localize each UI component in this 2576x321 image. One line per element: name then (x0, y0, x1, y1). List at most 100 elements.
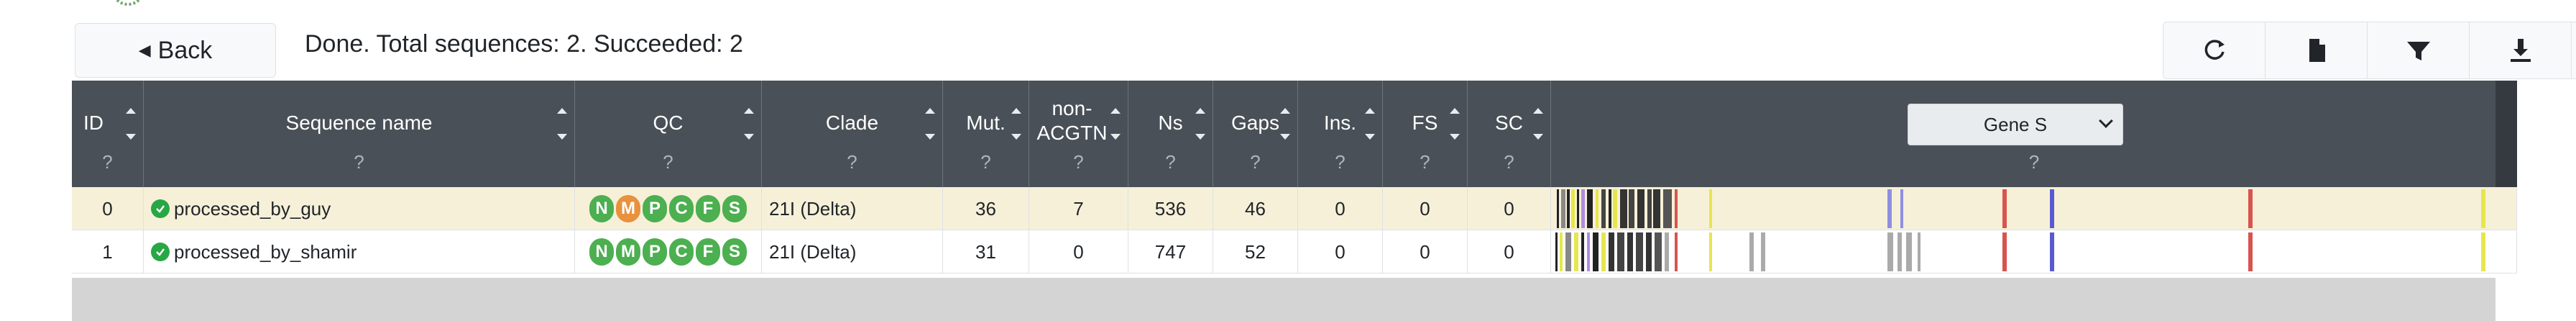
column-header-ns[interactable]: Ns ? (1128, 81, 1213, 187)
mutation-marker[interactable] (1617, 232, 1624, 271)
mutation-marker[interactable] (1571, 189, 1575, 228)
qc-badge-f[interactable]: F (696, 195, 720, 222)
qc-badge-p[interactable]: P (643, 238, 667, 266)
mutation-marker[interactable] (1636, 232, 1643, 271)
sort-icon[interactable] (557, 102, 567, 145)
help-icon[interactable]: ? (762, 151, 942, 173)
column-header-sequence-name[interactable]: Sequence name ? (144, 81, 575, 187)
mutation-marker[interactable] (1581, 189, 1585, 228)
mutation-marker[interactable] (1887, 189, 1892, 228)
download-button[interactable] (2469, 22, 2572, 79)
cell-gene-map[interactable] (1551, 230, 2517, 273)
mutation-marker[interactable] (1709, 232, 1712, 271)
mutation-marker[interactable] (1761, 232, 1765, 271)
cell-sequence-name[interactable]: processed_by_guy (144, 187, 575, 230)
mutation-marker[interactable] (1647, 189, 1652, 228)
cell-gene-map[interactable] (1551, 187, 2517, 230)
mutation-marker[interactable] (1675, 232, 1678, 271)
mutation-marker[interactable] (2248, 232, 2253, 271)
cell-sequence-name[interactable]: processed_by_shamir (144, 230, 575, 273)
mutation-marker[interactable] (1655, 232, 1662, 271)
tree-button[interactable] (2571, 22, 2576, 79)
mutation-marker[interactable] (1609, 232, 1614, 271)
refresh-button[interactable] (2163, 22, 2266, 79)
mutation-marker[interactable] (1557, 189, 1559, 228)
filter-button[interactable] (2367, 22, 2470, 79)
table-row[interactable]: 1 processed_by_shamir N M P C F S 21I (Delta) 31 0… (72, 230, 2517, 273)
mutation-marker[interactable] (1898, 232, 1902, 271)
help-icon[interactable]: ? (72, 151, 143, 173)
mutation-marker[interactable] (1593, 232, 1598, 271)
gene-select[interactable]: Gene S (1908, 104, 2123, 145)
qc-badge-p[interactable]: P (643, 195, 667, 222)
mutation-marker[interactable] (2050, 189, 2054, 228)
mutation-marker[interactable] (1609, 189, 1611, 228)
help-icon[interactable]: ? (1383, 151, 1467, 173)
column-header-stop-codons[interactable]: SC ? (1468, 81, 1551, 187)
mutation-marker[interactable] (2050, 232, 2054, 271)
mutation-marker[interactable] (1918, 232, 1920, 271)
mutation-marker[interactable] (1675, 189, 1678, 228)
column-header-clade[interactable]: Clade ? (762, 81, 943, 187)
help-icon[interactable]: ? (1298, 151, 1382, 173)
sort-icon[interactable] (1533, 102, 1543, 145)
mutation-marker[interactable] (1629, 189, 1634, 228)
mutation-marker[interactable] (1601, 189, 1606, 228)
mutation-marker[interactable] (2002, 232, 2007, 271)
mutation-marker[interactable] (1653, 189, 1660, 228)
help-icon[interactable]: ? (575, 151, 761, 173)
mutation-marker[interactable] (1663, 189, 1672, 228)
mutation-marker[interactable] (1900, 189, 1903, 228)
mutation-marker[interactable] (1906, 232, 1912, 271)
column-header-mutations[interactable]: Mut. ? (943, 81, 1029, 187)
mutation-marker[interactable] (1637, 189, 1644, 228)
qc-badge-s[interactable]: S (722, 195, 747, 222)
mutation-marker[interactable] (1561, 189, 1565, 228)
sort-icon[interactable] (1110, 102, 1121, 145)
help-icon[interactable]: ? (1213, 151, 1297, 173)
sort-icon[interactable] (1011, 102, 1021, 145)
sort-icon[interactable] (1195, 102, 1205, 145)
qc-badge-n[interactable]: N (589, 195, 614, 222)
sort-icon[interactable] (1365, 102, 1375, 145)
qc-badge-f[interactable]: F (696, 238, 720, 266)
mutation-marker[interactable] (2002, 189, 2007, 228)
mutation-marker[interactable] (1601, 232, 1606, 271)
help-icon[interactable]: ? (1029, 151, 1128, 173)
sort-icon[interactable] (1280, 102, 1290, 145)
help-icon[interactable]: ? (1551, 151, 2517, 173)
export-file-button[interactable] (2265, 22, 2368, 79)
help-icon[interactable]: ? (144, 151, 574, 173)
help-icon[interactable]: ? (1468, 151, 1550, 173)
mutation-marker[interactable] (1620, 189, 1627, 228)
column-header-id[interactable]: ID ? (72, 81, 144, 187)
column-header-insertions[interactable]: Ins. ? (1298, 81, 1383, 187)
mutation-marker[interactable] (1665, 232, 1669, 271)
column-header-gaps[interactable]: Gaps ? (1213, 81, 1298, 187)
mutation-marker[interactable] (1646, 232, 1652, 271)
mutation-marker[interactable] (2481, 232, 2485, 271)
mutation-marker[interactable] (1565, 232, 1571, 271)
help-icon[interactable]: ? (1128, 151, 1213, 173)
mutation-marker[interactable] (1596, 189, 1598, 228)
mutation-marker[interactable] (2248, 189, 2253, 228)
mutation-marker[interactable] (1887, 232, 1893, 271)
mutation-marker[interactable] (1613, 189, 1617, 228)
qc-badge-s[interactable]: S (722, 238, 747, 266)
table-row[interactable]: 0 processed_by_guy N M P C F S 21I (Delta) 36 7 536… (72, 187, 2517, 230)
mutation-marker[interactable] (1749, 232, 1754, 271)
mutation-marker[interactable] (1587, 189, 1593, 228)
mutation-marker[interactable] (1627, 232, 1633, 271)
help-icon[interactable]: ? (943, 151, 1029, 173)
mutation-marker[interactable] (1567, 189, 1570, 228)
back-button[interactable]: ◀ Back (75, 23, 276, 78)
column-header-qc[interactable]: QC ? (575, 81, 762, 187)
mutation-marker[interactable] (1581, 232, 1584, 271)
mutation-marker[interactable] (1574, 232, 1578, 271)
qc-badge-n[interactable]: N (589, 238, 614, 266)
mutation-marker[interactable] (1709, 189, 1712, 228)
column-header-non-acgtn[interactable]: non-ACGTN ? (1029, 81, 1128, 187)
qc-badge-c[interactable]: C (669, 195, 694, 222)
mutation-marker[interactable] (1577, 189, 1579, 228)
mutation-marker[interactable] (1555, 232, 1558, 271)
